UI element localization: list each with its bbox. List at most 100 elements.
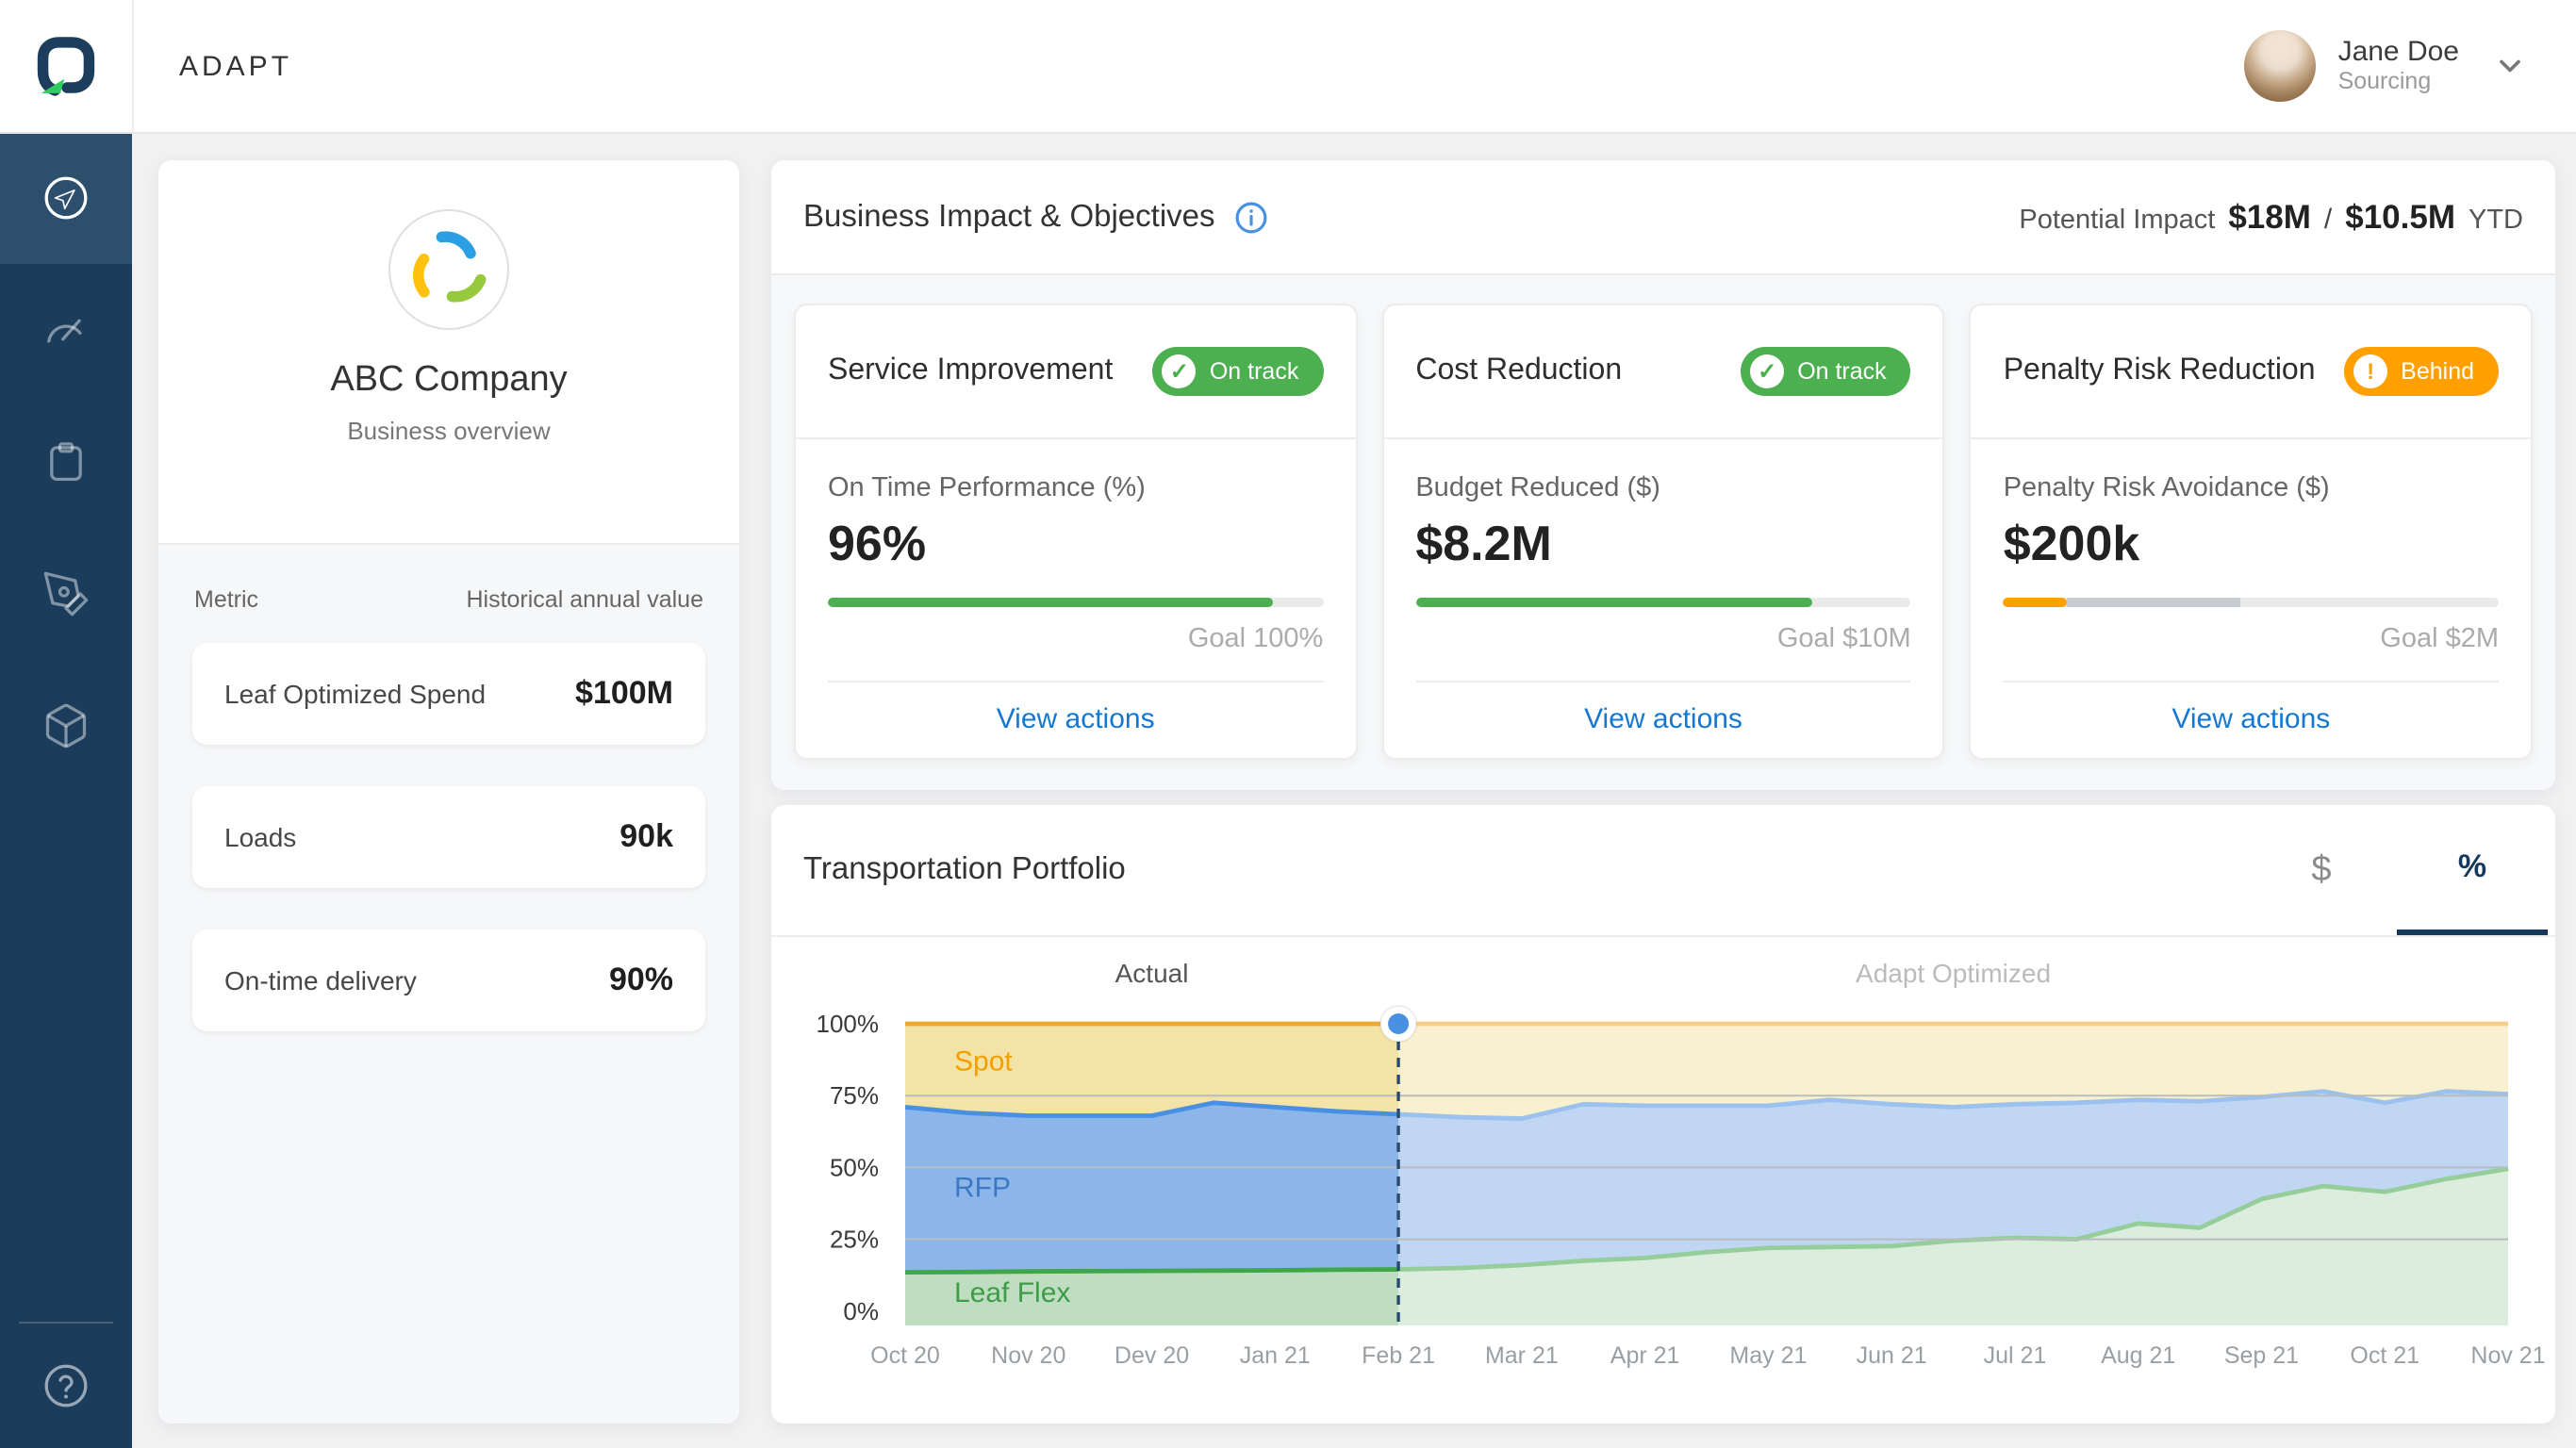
- x-axis-label: Nov 20: [991, 1342, 1065, 1369]
- x-axis-label: Jan 21: [1240, 1342, 1311, 1369]
- view-actions-link[interactable]: View actions: [2004, 683, 2499, 758]
- potential-impact-value: $18M: [2228, 197, 2311, 237]
- view-actions-link[interactable]: View actions: [828, 683, 1323, 758]
- spot-series-label: Spot: [954, 1046, 1013, 1078]
- app-logo[interactable]: [0, 0, 134, 132]
- portfolio-title: Transportation Portfolio: [803, 852, 1126, 888]
- portfolio-area-chart[interactable]: ActualAdapt OptimizedSpotRFPLeaf Flex100…: [771, 937, 2555, 1423]
- business-impact-section: Business Impact & Objectives Potential I…: [771, 160, 2555, 790]
- x-axis-label: Feb 21: [1362, 1342, 1435, 1369]
- x-axis-label: Jun 21: [1857, 1342, 1927, 1369]
- user-menu[interactable]: Jane Doe Sourcing: [2244, 30, 2576, 102]
- y-axis-label: 0%: [843, 1297, 879, 1325]
- status-label: On track: [1210, 358, 1299, 385]
- y-axis-label: 25%: [830, 1226, 879, 1254]
- metric-value: 90k: [619, 818, 673, 856]
- section-title: Business Impact & Objectives: [803, 199, 1215, 235]
- sidebar-item-contracts[interactable]: [0, 528, 132, 660]
- view-actions-link[interactable]: View actions: [1415, 683, 1910, 758]
- progress-bar: [2004, 598, 2499, 607]
- y-axis-label: 75%: [830, 1081, 879, 1110]
- package-icon: [41, 701, 91, 750]
- metric-label: Loads: [224, 822, 296, 852]
- y-axis-label: 50%: [830, 1153, 879, 1181]
- metric-value: $100M: [575, 675, 673, 713]
- potential-impact-separator: /: [2324, 203, 2332, 235]
- gauge-icon: [41, 305, 91, 354]
- info-icon[interactable]: [1234, 199, 1270, 235]
- goal-label: Goal $2M: [2004, 624, 2499, 654]
- x-axis-label: Mar 21: [1485, 1342, 1559, 1369]
- metric-label: On-time delivery: [224, 965, 417, 996]
- chevron-down-icon[interactable]: [2493, 49, 2527, 83]
- goal-label: Goal 100%: [828, 624, 1323, 654]
- x-axis-label: Oct 20: [870, 1342, 940, 1369]
- unit-toggle: $ %: [2246, 805, 2548, 935]
- x-axis-label: Jul 21: [1984, 1342, 2047, 1369]
- status-label: Behind: [2401, 358, 2474, 385]
- sidebar-item-metrics[interactable]: [0, 264, 132, 396]
- sidebar-nav: [0, 132, 132, 1448]
- status-badge: ✓ On track: [1153, 347, 1324, 396]
- objective-title: Penalty Risk Reduction: [2004, 354, 2316, 388]
- clipboard-icon: [41, 437, 91, 486]
- x-axis-label: Aug 21: [2101, 1342, 2175, 1369]
- send-icon: [41, 173, 91, 222]
- company-name: ABC Company: [330, 360, 567, 402]
- potential-impact: Potential Impact $18M / $10.5M YTD: [2019, 197, 2523, 237]
- user-name: Jane Doe: [2338, 36, 2459, 69]
- objective-title: Cost Reduction: [1415, 354, 1622, 388]
- objective-metric-value: $8.2M: [1415, 515, 1910, 573]
- avatar[interactable]: [2244, 30, 2316, 102]
- top-bar: ADAPT Jane Doe Sourcing: [0, 0, 2576, 134]
- x-axis-label: Dev 20: [1115, 1342, 1189, 1369]
- company-logo-icon: [405, 226, 492, 313]
- x-axis-label: May 21: [1729, 1342, 1807, 1369]
- check-icon: ✓: [1750, 354, 1784, 388]
- status-badge: ! Behind: [2344, 347, 2499, 396]
- company-panel: ABC Company Business overview Metric His…: [158, 160, 739, 1423]
- metric-label: Leaf Optimized Spend: [224, 679, 486, 709]
- sidebar-item-overview[interactable]: [0, 132, 132, 264]
- toggle-dollar-tab[interactable]: $: [2246, 805, 2397, 935]
- objective-card-cost-reduction: Cost Reduction ✓ On track Budget Reduced…: [1381, 304, 1944, 760]
- metric-row-spend[interactable]: Leaf Optimized Spend $100M: [192, 643, 705, 745]
- adapt-logo-icon: [34, 34, 98, 98]
- metric-row-delivery[interactable]: On-time delivery 90%: [192, 930, 705, 1031]
- app-title: ADAPT: [179, 50, 292, 82]
- objective-metric-value: 96%: [828, 515, 1323, 573]
- objective-metric-label: Budget Reduced ($): [1415, 473, 1910, 503]
- objective-metric-label: On Time Performance (%): [828, 473, 1323, 503]
- x-axis-label: Nov 21: [2470, 1342, 2545, 1369]
- x-axis-label: Oct 21: [2350, 1342, 2419, 1369]
- status-label: On track: [1797, 358, 1887, 385]
- objective-metric-label: Penalty Risk Avoidance ($): [2004, 473, 2499, 503]
- metric-row-loads[interactable]: Loads 90k: [192, 786, 705, 888]
- sidebar-item-help[interactable]: [0, 1324, 132, 1448]
- toggle-percent-tab[interactable]: %: [2397, 805, 2548, 935]
- user-role: Sourcing: [2338, 69, 2459, 96]
- leaf-flex-series-label: Leaf Flex: [954, 1277, 1070, 1308]
- objective-card-service-improvement: Service Improvement ✓ On track On Time P…: [794, 304, 1357, 760]
- help-icon: [41, 1361, 91, 1410]
- potential-impact-period: YTD: [2469, 205, 2523, 235]
- objective-metric-value: $200k: [2004, 515, 2499, 573]
- optimized-region-label: Adapt Optimized: [1856, 959, 2051, 988]
- objective-title: Service Improvement: [828, 354, 1113, 388]
- exclamation-icon: !: [2353, 354, 2387, 388]
- pen-icon: [41, 569, 91, 618]
- actual-region-label: Actual: [1115, 959, 1189, 988]
- x-axis-label: Sep 21: [2224, 1342, 2299, 1369]
- metrics-col-value: Historical annual value: [466, 586, 703, 613]
- sidebar-item-shipments[interactable]: [0, 660, 132, 792]
- split-marker: [1388, 1013, 1409, 1034]
- company-subtitle: Business overview: [347, 417, 550, 445]
- check-icon: ✓: [1163, 354, 1197, 388]
- objective-card-penalty-risk: Penalty Risk Reduction ! Behind Penalty …: [1970, 304, 2533, 760]
- goal-label: Goal $10M: [1415, 624, 1910, 654]
- metrics-col-metric: Metric: [194, 586, 258, 613]
- company-logo: [388, 209, 509, 330]
- sidebar-item-projects[interactable]: [0, 396, 132, 528]
- metric-value: 90%: [609, 962, 673, 999]
- company-metrics: Metric Historical annual value Leaf Opti…: [158, 545, 739, 1423]
